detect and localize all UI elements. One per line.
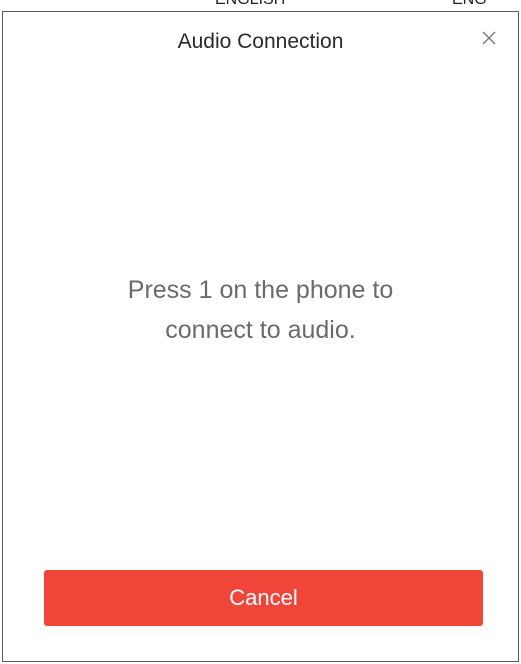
close-icon — [482, 31, 496, 45]
instruction-line-2: connect to audio. — [165, 316, 356, 344]
background-strip-text-right: ENG — [452, 0, 487, 9]
close-button[interactable] — [478, 27, 500, 49]
background-window-strip: ENGLISH ENG — [0, 0, 521, 11]
instruction-line-1: Press 1 on the phone to — [127, 276, 394, 304]
audio-connection-dialog: Audio Connection Press 1 on the phone to… — [2, 11, 519, 662]
dialog-title: Audio Connection — [177, 30, 344, 53]
background-strip-text-left: ENGLISH — [215, 0, 285, 9]
cancel-button[interactable]: Cancel — [44, 570, 483, 626]
instruction-message: Press 1 on the phone to connect to audio… — [3, 270, 518, 350]
